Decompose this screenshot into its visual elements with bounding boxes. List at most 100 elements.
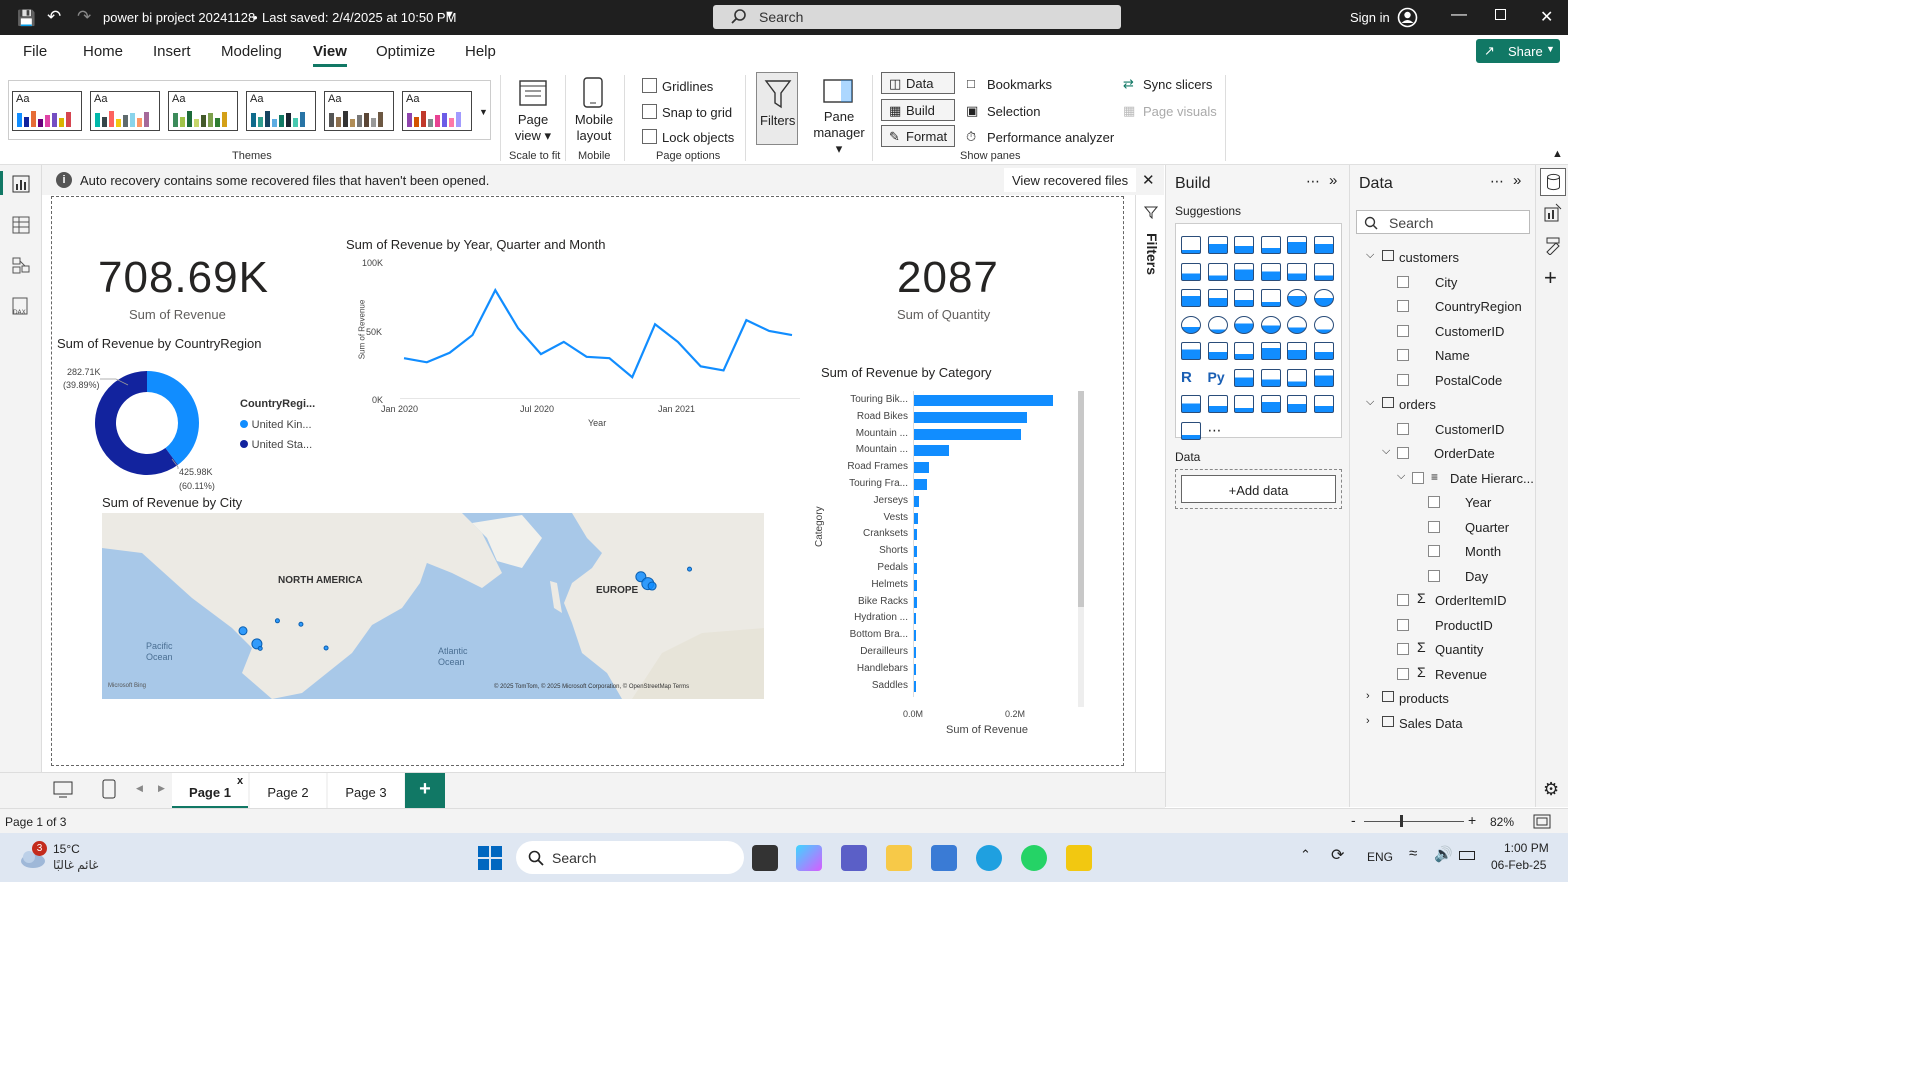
mobile-layout-icon[interactable] bbox=[102, 779, 116, 799]
slicer-icon[interactable] bbox=[1260, 342, 1281, 360]
field-row[interactable]: ⌵ ≡ Date Hierarc... bbox=[1350, 468, 1536, 490]
bar-chart[interactable]: Touring Bik... Road Bikes Mountain ... Moun… bbox=[816, 391, 1056, 707]
more-visuals-icon[interactable] bbox=[1181, 421, 1201, 440]
menu-modeling[interactable]: Modeling bbox=[221, 43, 282, 60]
page-tab-3[interactable]: Page 3 bbox=[328, 773, 404, 809]
category-bar[interactable] bbox=[914, 596, 917, 608]
category-bar[interactable] bbox=[914, 663, 916, 675]
field-checkbox[interactable] bbox=[1397, 618, 1409, 631]
map-bubble[interactable] bbox=[274, 618, 280, 624]
chevron-down-icon[interactable]: ⌵ bbox=[1366, 396, 1374, 409]
close-icon[interactable]: ✕ bbox=[1540, 7, 1553, 27]
line-point[interactable] bbox=[561, 339, 567, 345]
build-visual-icon[interactable] bbox=[1544, 203, 1562, 223]
card-icon[interactable] bbox=[1181, 342, 1201, 360]
field-row[interactable]: City bbox=[1350, 272, 1536, 294]
field-row[interactable]: Quarter bbox=[1350, 517, 1536, 539]
map-bubble[interactable] bbox=[298, 621, 304, 627]
power-bi-icon[interactable] bbox=[1066, 845, 1092, 871]
table-view-icon[interactable] bbox=[12, 216, 30, 234]
theme-swatch-5[interactable]: Aa bbox=[324, 91, 394, 131]
kpi-icon[interactable] bbox=[1234, 342, 1254, 360]
chevron-down-icon[interactable]: ⌵ bbox=[1382, 445, 1390, 458]
format-visual-icon[interactable] bbox=[1544, 237, 1562, 255]
chevron-down-icon[interactable]: ⌵ bbox=[1397, 470, 1405, 483]
field-checkbox[interactable] bbox=[1397, 373, 1409, 386]
redo-icon[interactable]: ↷ bbox=[77, 7, 91, 27]
treemap-icon[interactable] bbox=[1181, 315, 1201, 334]
menu-home[interactable]: Home bbox=[83, 43, 123, 60]
line-point[interactable] bbox=[447, 350, 453, 356]
chevron-right-icon[interactable]: › bbox=[1366, 690, 1370, 702]
azure-map-icon[interactable] bbox=[1287, 315, 1307, 334]
clock-time[interactable]: 1:00 PM bbox=[1504, 841, 1549, 855]
qa-icon[interactable] bbox=[1287, 368, 1307, 387]
data-pane-toggle[interactable]: ◫ Data bbox=[881, 72, 955, 94]
gear-icon[interactable]: ⚙ bbox=[1543, 779, 1559, 800]
category-bar[interactable] bbox=[914, 529, 918, 541]
category-bar[interactable] bbox=[914, 462, 930, 474]
input-language[interactable]: ENG bbox=[1367, 850, 1393, 864]
field-checkbox[interactable] bbox=[1397, 349, 1409, 361]
donut-icon[interactable] bbox=[1313, 289, 1334, 307]
clustered-column-icon[interactable] bbox=[1260, 236, 1281, 254]
field-checkbox[interactable] bbox=[1428, 569, 1440, 582]
scatter-icon[interactable] bbox=[1260, 289, 1281, 307]
power-apps-icon[interactable] bbox=[1234, 395, 1254, 413]
field-checkbox[interactable] bbox=[1428, 520, 1440, 533]
field-row[interactable]: ⌵ OrderDate bbox=[1350, 443, 1536, 465]
field-row[interactable]: Name bbox=[1350, 345, 1536, 367]
theme-swatch-4[interactable]: Aa bbox=[246, 91, 316, 131]
matrix-icon[interactable] bbox=[1313, 342, 1334, 360]
filled-map-icon[interactable] bbox=[1234, 315, 1254, 334]
minimize-icon[interactable]: — bbox=[1451, 6, 1467, 24]
field-row[interactable]: Day bbox=[1350, 566, 1536, 588]
stacked-bar-icon[interactable] bbox=[1181, 236, 1201, 254]
line-point[interactable] bbox=[629, 374, 635, 380]
line-point[interactable] bbox=[789, 332, 795, 338]
field-row[interactable]: Month bbox=[1350, 541, 1536, 563]
arcgis-icon[interactable] bbox=[1287, 395, 1307, 413]
field-table-row[interactable]: ⌵ orders bbox=[1350, 394, 1536, 416]
format-pane-toggle[interactable]: ✎ Format bbox=[881, 125, 955, 147]
area-chart-icon[interactable] bbox=[1207, 262, 1228, 281]
menu-view[interactable]: View bbox=[313, 43, 347, 67]
filters-pane-collapsed[interactable]: Filters bbox=[1135, 195, 1165, 772]
chevron-down-icon[interactable]: ▼ bbox=[444, 9, 455, 21]
field-checkbox[interactable] bbox=[1397, 594, 1409, 606]
bar-scrollbar-track[interactable] bbox=[1078, 391, 1084, 707]
r-visual-icon[interactable]: R bbox=[1181, 369, 1201, 387]
line-point[interactable] bbox=[766, 328, 772, 334]
build-pane-toggle[interactable]: ▦ Build bbox=[881, 99, 955, 121]
chevron-down-icon[interactable]: ⌵ bbox=[1366, 249, 1374, 262]
bar-scrollbar-thumb[interactable] bbox=[1078, 391, 1084, 607]
field-checkbox[interactable] bbox=[1397, 643, 1409, 655]
map-bubble[interactable] bbox=[687, 566, 693, 572]
python-visual-icon[interactable]: Py bbox=[1208, 369, 1228, 387]
report-view-icon[interactable] bbox=[12, 175, 30, 193]
store-icon[interactable] bbox=[931, 845, 957, 871]
zoom-slider[interactable] bbox=[1364, 821, 1464, 822]
close-icon[interactable]: ✕ bbox=[1142, 171, 1155, 189]
top-search-box[interactable]: Search bbox=[713, 5, 1121, 29]
field-row[interactable]: Σ OrderItemID bbox=[1350, 590, 1536, 612]
selection-button[interactable]: Selection bbox=[987, 104, 1040, 119]
windows-start-icon[interactable] bbox=[477, 845, 503, 871]
collapse-ribbon-icon[interactable]: ▲ bbox=[1552, 148, 1563, 160]
menu-help[interactable]: Help bbox=[465, 43, 496, 60]
field-checkbox[interactable] bbox=[1397, 667, 1409, 680]
pie-icon[interactable] bbox=[1287, 289, 1307, 307]
lock-objects-checkbox[interactable] bbox=[642, 129, 657, 144]
whatsapp-icon[interactable] bbox=[1021, 845, 1047, 871]
line-point[interactable] bbox=[698, 363, 704, 369]
trophy-icon[interactable] bbox=[1181, 395, 1201, 413]
save-icon[interactable]: 💾 bbox=[17, 9, 36, 27]
field-table-row[interactable]: › products bbox=[1350, 688, 1536, 710]
teams-icon[interactable] bbox=[841, 845, 867, 871]
paginated-report-icon[interactable] bbox=[1207, 395, 1228, 413]
field-row[interactable]: Σ Revenue bbox=[1350, 664, 1536, 686]
fit-to-page-icon[interactable] bbox=[1533, 814, 1551, 829]
zoom-slider-thumb[interactable] bbox=[1400, 815, 1403, 827]
themes-more-icon[interactable]: ▼ bbox=[479, 107, 488, 117]
page-tab-1[interactable]: Page 1 x bbox=[172, 773, 248, 809]
